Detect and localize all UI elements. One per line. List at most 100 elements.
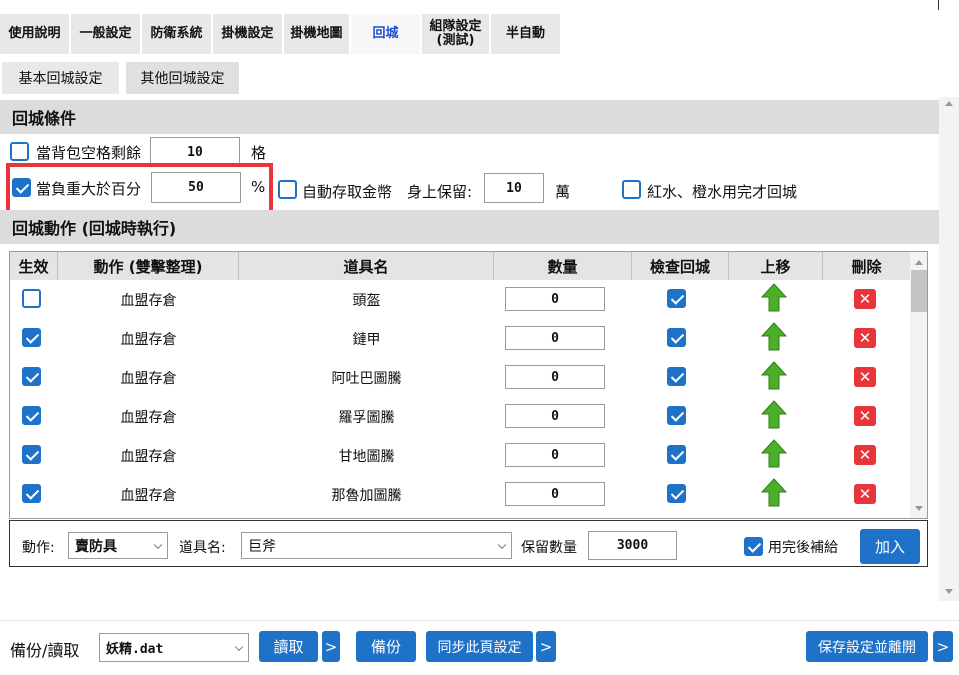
arrow-up-icon[interactable] [761,439,787,469]
table-scroll-up-icon[interactable] [915,260,923,265]
table-body: 血盟存倉 頭盔 0 ✕ 血盟存倉 鏈甲 0 ✕ 血盟存倉 阿吐巴圖騰 0 ✕ 血盟存倉 羅孚圖騰 0 ✕ 血盟存… [10,280,910,518]
editor-bar: 動作: 賣防具 道具名: 巨斧 保留數量 3000 用完後補給 加入 [9,520,928,567]
table-scroll-thumb[interactable] [911,270,927,312]
table-scroll-down-icon[interactable] [915,506,923,511]
row-quantity-input[interactable]: 0 [505,482,605,506]
row-check-return-checkbox[interactable] [667,289,686,308]
keep-quantity-input[interactable]: 3000 [588,531,677,560]
delete-icon[interactable]: ✕ [854,289,876,309]
table-row[interactable]: 血盟存倉 甘地圖騰 0 ✕ [10,436,910,475]
col-delete[interactable]: 刪除 [823,252,910,280]
row-action: 血盟存倉 [120,331,177,348]
col-enabled[interactable]: 生效 [10,252,58,280]
save-more-button[interactable]: > [933,631,953,662]
tab-general[interactable]: 一般設定 [71,14,141,54]
footer-divider [0,620,959,621]
row-enabled-checkbox[interactable] [22,445,41,464]
row-enabled-checkbox[interactable] [22,406,41,425]
table-scrollbar[interactable] [910,252,927,518]
backup-button[interactable]: 備份 [356,631,416,662]
scroll-down-icon[interactable] [945,589,953,594]
row-item-name: 阿吐巴圖騰 [331,370,402,387]
row-enabled-checkbox[interactable] [22,328,41,347]
backup-file-value: 妖精.dat [106,642,164,657]
tab-return[interactable]: 回城 [351,14,421,54]
row-quantity-input[interactable]: 0 [505,404,605,428]
keep-on-body-input[interactable]: 10 [484,173,544,203]
add-button[interactable]: 加入 [860,529,920,564]
arrow-up-icon[interactable] [761,361,787,391]
tab-semi-auto[interactable]: 半自動 [491,14,561,54]
delete-icon[interactable]: ✕ [854,484,876,504]
table-row[interactable]: 血盟存倉 鏈甲 0 ✕ [10,319,910,358]
tab-usage[interactable]: 使用說明 [0,14,70,54]
editor-action-label: 動作: [22,540,55,556]
table-row[interactable]: 血盟存倉 阿吐巴圖騰 0 ✕ [10,358,910,397]
read-more-button[interactable]: > [322,631,340,662]
row-check-return-checkbox[interactable] [667,367,686,386]
row-enabled-checkbox[interactable] [22,484,41,503]
save-exit-button[interactable]: 保存設定並離開 [806,631,928,662]
refill-checkbox[interactable] [744,537,763,556]
tab-party[interactable]: 組隊設定 (測試) [422,14,490,54]
item-name-select[interactable]: 巨斧 [241,532,512,559]
keep-on-body-unit: 萬 [555,183,571,201]
subtab-other-return[interactable]: 其他回城設定 [126,62,239,94]
table-row[interactable]: 血盟存倉 羅孚圖騰 0 ✕ [10,397,910,436]
tab-afk-settings[interactable]: 掛機設定 [213,14,283,54]
row-quantity-input[interactable]: 0 [505,326,605,350]
page-scrollbar[interactable] [939,97,959,601]
col-move-up[interactable]: 上移 [729,252,823,280]
potion-label: 紅水、橙水用完才回城 [647,183,798,201]
row-item-name: 頭盔 [352,292,381,309]
arrow-up-icon[interactable] [761,478,787,508]
row-enabled-checkbox[interactable] [22,289,41,308]
bag-space-label: 當背包空格剩餘 [36,144,142,162]
item-name-select-value: 巨斧 [248,538,276,555]
chevron-down-icon [234,642,244,651]
sync-page-button[interactable]: 同步此頁設定 [426,631,533,662]
arrow-up-icon[interactable] [761,283,787,313]
arrow-up-icon[interactable] [761,322,787,352]
row-check-return-checkbox[interactable] [667,406,686,425]
keep-on-body-label: 身上保留: [407,183,473,201]
actions-table: 生效 動作 (雙擊整理) 道具名 數量 檢查回城 上移 刪除 血盟存倉 頭盔 0 ✕ 血… [9,251,928,519]
potion-checkbox[interactable] [622,180,641,199]
auto-store-gold-checkbox[interactable] [278,180,297,199]
row-enabled-checkbox[interactable] [22,367,41,386]
row-item-name: 鏈甲 [352,331,381,348]
table-row[interactable]: 血盟存倉 頭盔 0 ✕ [10,280,910,319]
tab-afk-map[interactable]: 掛機地圖 [284,14,350,54]
scroll-up-icon[interactable] [945,101,953,106]
row-item-name: 那魯加圖騰 [331,487,402,504]
row-check-return-checkbox[interactable] [667,328,686,347]
col-action[interactable]: 動作 (雙擊整理) [58,252,239,280]
col-quantity[interactable]: 數量 [494,252,632,280]
read-button[interactable]: 讀取 [259,631,318,662]
subtab-basic-return[interactable]: 基本回城設定 [2,62,119,94]
row-quantity-input[interactable]: 0 [505,287,605,311]
backup-file-select[interactable]: 妖精.dat [99,633,249,662]
action-select[interactable]: 賣防具 [68,532,168,559]
row-quantity-input[interactable]: 0 [505,443,605,467]
chevron-down-icon [153,540,163,549]
row-check-return-checkbox[interactable] [667,484,686,503]
row-quantity-input[interactable]: 0 [505,365,605,389]
bag-space-unit: 格 [251,144,267,162]
sync-more-button[interactable]: > [536,631,556,662]
delete-icon[interactable]: ✕ [854,328,876,348]
delete-icon[interactable]: ✕ [854,406,876,426]
conditions-header: 回城條件 [0,100,939,134]
editor-item-label: 道具名: [179,540,226,556]
table-row[interactable]: 血盟存倉 那魯加圖騰 0 ✕ [10,475,910,514]
delete-icon[interactable]: ✕ [854,445,876,465]
row-action: 血盟存倉 [120,487,177,504]
bag-space-checkbox[interactable] [10,142,29,161]
col-item-name[interactable]: 道具名 [239,252,494,280]
delete-icon[interactable]: ✕ [854,367,876,387]
tab-defense[interactable]: 防衛系統 [142,14,212,54]
arrow-up-icon[interactable] [761,400,787,430]
row-check-return-checkbox[interactable] [667,445,686,464]
row-action: 血盟存倉 [120,409,177,426]
col-check-return[interactable]: 檢查回城 [632,252,729,280]
